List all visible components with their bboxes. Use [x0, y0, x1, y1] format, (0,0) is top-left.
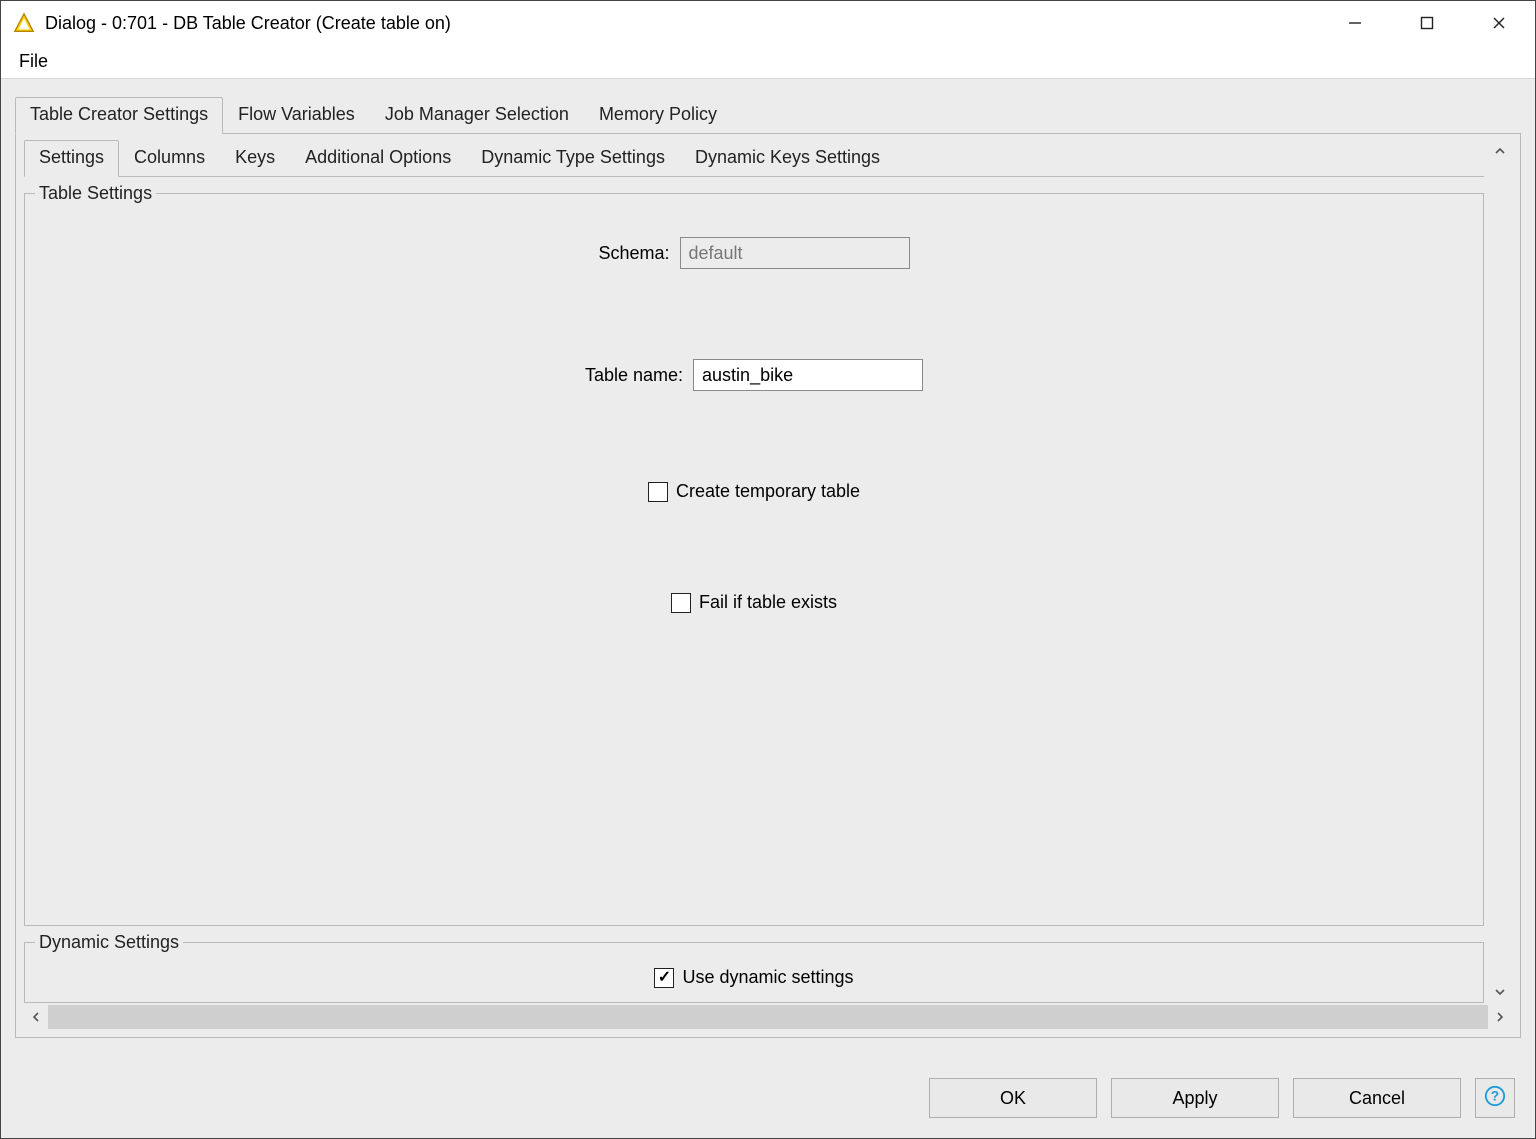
inner-tab-dynamic-keys-settings[interactable]: Dynamic Keys Settings [680, 140, 895, 177]
group-dynamic-settings: Dynamic Settings Use dynamic settings [24, 932, 1484, 1003]
use-dynamic-settings-checkbox[interactable] [654, 968, 674, 988]
tab-flow-variables[interactable]: Flow Variables [223, 97, 370, 134]
inner-tab-settings[interactable]: Settings [24, 140, 119, 177]
scroll-left-arrow-icon[interactable] [24, 1005, 48, 1029]
inner-tab-content: Table Settings Schema: default Table nam… [24, 176, 1484, 1003]
menubar: File [1, 45, 1535, 79]
horizontal-scroll-track[interactable] [48, 1005, 1488, 1029]
help-icon: ? [1484, 1085, 1506, 1112]
inner-wrap: Settings Columns Keys Additional Options… [24, 140, 1512, 1003]
create-temporary-table-checkbox[interactable] [648, 482, 668, 502]
button-bar: OK Apply Cancel ? [15, 1038, 1521, 1124]
horizontal-scrollbar[interactable] [24, 1005, 1512, 1029]
minimize-button[interactable] [1319, 1, 1391, 45]
row-table-name: Table name: [35, 359, 1473, 391]
inner-tab-dynamic-type-settings[interactable]: Dynamic Type Settings [466, 140, 680, 177]
schema-label: Schema: [598, 243, 669, 264]
app-icon [13, 12, 35, 34]
create-temporary-table-label: Create temporary table [676, 481, 860, 502]
titlebar: Dialog - 0:701 - DB Table Creator (Creat… [1, 1, 1535, 45]
schema-field[interactable]: default [680, 237, 910, 269]
help-button[interactable]: ? [1475, 1078, 1515, 1118]
group-table-settings: Table Settings Schema: default Table nam… [24, 183, 1484, 926]
tab-job-manager-selection[interactable]: Job Manager Selection [370, 97, 584, 134]
inner-tab-additional-options[interactable]: Additional Options [290, 140, 466, 177]
use-dynamic-settings-label: Use dynamic settings [682, 967, 853, 988]
tab-memory-policy[interactable]: Memory Policy [584, 97, 732, 134]
tab-table-creator-settings[interactable]: Table Creator Settings [15, 97, 223, 134]
row-create-temporary-table[interactable]: Create temporary table [35, 481, 1473, 502]
inner-main: Settings Columns Keys Additional Options… [24, 140, 1484, 1003]
scroll-up-arrow-icon[interactable] [1488, 140, 1512, 162]
maximize-button[interactable] [1391, 1, 1463, 45]
dialog-window: Dialog - 0:701 - DB Table Creator (Creat… [1, 1, 1535, 1138]
client-area: Table Creator Settings Flow Variables Jo… [1, 79, 1535, 1138]
fail-if-table-exists-checkbox[interactable] [671, 593, 691, 613]
row-use-dynamic-settings[interactable]: Use dynamic settings [35, 961, 1473, 990]
fail-if-table-exists-label: Fail if table exists [699, 592, 837, 613]
outer-tabstrip: Table Creator Settings Flow Variables Jo… [15, 97, 1521, 134]
apply-button[interactable]: Apply [1111, 1078, 1279, 1118]
close-button[interactable] [1463, 1, 1535, 45]
inner-tabstrip: Settings Columns Keys Additional Options… [24, 140, 1484, 177]
inner-tab-columns[interactable]: Columns [119, 140, 220, 177]
menu-file[interactable]: File [13, 47, 54, 76]
row-fail-if-table-exists[interactable]: Fail if table exists [35, 592, 1473, 613]
vertical-scrollbar[interactable] [1488, 140, 1512, 1003]
window-title: Dialog - 0:701 - DB Table Creator (Creat… [45, 13, 1319, 34]
outer-tab-panel: Settings Columns Keys Additional Options… [15, 133, 1521, 1038]
svg-text:?: ? [1491, 1088, 1499, 1103]
row-schema: Schema: default [35, 237, 1473, 269]
group-table-settings-legend: Table Settings [35, 183, 156, 204]
window-controls [1319, 1, 1535, 45]
scroll-right-arrow-icon[interactable] [1488, 1005, 1512, 1029]
table-name-label: Table name: [585, 365, 683, 386]
scroll-down-arrow-icon[interactable] [1488, 981, 1512, 1003]
ok-button[interactable]: OK [929, 1078, 1097, 1118]
table-name-input[interactable] [693, 359, 923, 391]
cancel-button[interactable]: Cancel [1293, 1078, 1461, 1118]
group-dynamic-settings-legend: Dynamic Settings [35, 932, 183, 953]
inner-tab-keys[interactable]: Keys [220, 140, 290, 177]
